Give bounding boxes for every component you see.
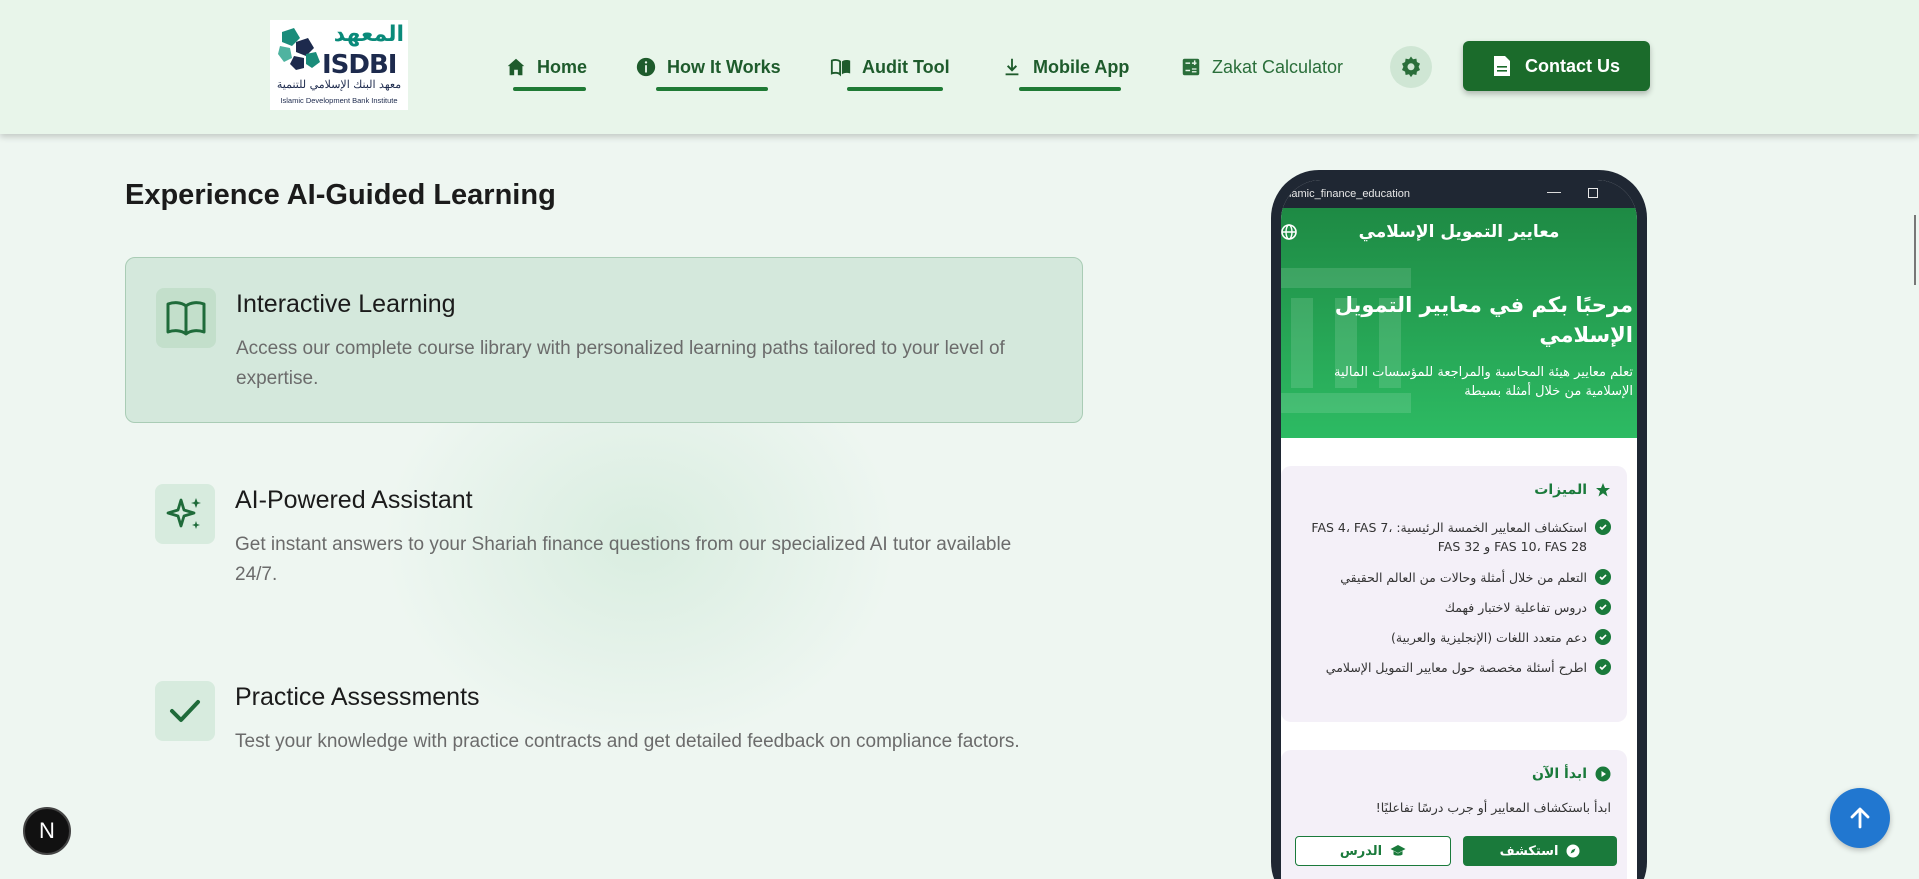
minimize-icon[interactable]: — bbox=[1547, 183, 1561, 199]
open-book-icon bbox=[166, 301, 206, 336]
hero-subtitle: تعلم معايير هيئة المحاسبة والمراجعة للمؤ… bbox=[1334, 365, 1633, 399]
download-icon bbox=[1005, 58, 1019, 76]
features-card-title: الميزات bbox=[1534, 482, 1611, 498]
settings-button[interactable] bbox=[1390, 46, 1432, 88]
check-circle-icon bbox=[1595, 629, 1611, 645]
home-icon bbox=[507, 58, 525, 76]
nav-audit-tool-label: Audit Tool bbox=[862, 56, 950, 77]
feature-description: Test your knowledge with practice contra… bbox=[235, 731, 1020, 752]
nav-how-it-works[interactable]: How It Works bbox=[635, 52, 781, 91]
nav-how-it-works-underline bbox=[656, 87, 768, 91]
star-icon bbox=[1596, 483, 1610, 497]
feature-list-item-text: استكشاف المعايير الخمسة الرئيسية: FAS 4،… bbox=[1311, 520, 1587, 554]
nav-mobile-app[interactable]: Mobile App bbox=[1001, 52, 1130, 91]
feature-list-item-text: دعم متعدد اللغات (الإنجليزية والعربية) bbox=[1391, 630, 1587, 645]
start-card: ابدأ الآن ابدأ باستكشاف المعايير أو جرب … bbox=[1281, 750, 1627, 879]
check-circle-icon bbox=[1595, 569, 1611, 585]
feature-description: Access our complete course library with … bbox=[236, 338, 1005, 389]
compass-icon bbox=[1566, 844, 1580, 858]
feature-description: Get instant answers to your Shariah fina… bbox=[235, 534, 1012, 585]
nav-mobile-app-underline bbox=[1019, 87, 1121, 91]
hero-title: مرحبًا بكم في معايير التمويل الإسلامي bbox=[1334, 293, 1633, 347]
nextjs-dev-badge[interactable]: N bbox=[23, 807, 71, 855]
check-icon bbox=[170, 700, 200, 722]
feature-list-item: اطرح أسئلة مخصصة حول معايير التمويل الإس… bbox=[1311, 658, 1611, 677]
section-title: Experience AI-Guided Learning bbox=[125, 179, 556, 211]
nav-zakat-calculator[interactable]: Zakat Calculator bbox=[1180, 52, 1343, 82]
page-scrollbar-thumb[interactable] bbox=[1914, 215, 1916, 285]
play-circle-icon bbox=[1595, 766, 1611, 782]
feature-practice-assessments[interactable]: Practice Assessments Test your knowledge… bbox=[125, 651, 1083, 817]
phone-screen: islamic_finance_education — معايير التمو… bbox=[1281, 180, 1637, 879]
site-header: المعهد ISDBI معهد البنك الإسلامي للتنمية… bbox=[0, 0, 1919, 134]
check-circle-icon bbox=[1595, 659, 1611, 675]
contact-us-label: Contact Us bbox=[1524, 55, 1620, 76]
feature-list-item-text: اطرح أسئلة مخصصة حول معايير التمويل الإس… bbox=[1325, 660, 1587, 675]
feature-ai-assistant[interactable]: AI-Powered Assistant Get instant answers… bbox=[125, 454, 1083, 620]
document-icon bbox=[1493, 56, 1510, 76]
feature-list-item-text: التعلم من خلال أمثلة وحالات من العالم ال… bbox=[1340, 570, 1587, 585]
info-icon bbox=[636, 57, 656, 77]
feature-list-item: دعم متعدد اللغات (الإنجليزية والعربية) bbox=[1311, 628, 1611, 647]
explore-button[interactable]: استكشف bbox=[1463, 836, 1617, 866]
gear-icon bbox=[1402, 56, 1420, 78]
nav-audit-tool[interactable]: Audit Tool bbox=[830, 52, 950, 91]
logo-english-name: Islamic Development Bank Institute bbox=[280, 96, 398, 105]
logo-arabic-fullname: معهد البنك الإسلامي للتنمية bbox=[276, 78, 402, 91]
nav-home-label: Home bbox=[537, 56, 588, 77]
feature-title: Interactive Learning bbox=[236, 290, 456, 318]
start-card-title: ابدأ الآن bbox=[1532, 766, 1611, 782]
lesson-button[interactable]: الدرس bbox=[1295, 836, 1451, 866]
explore-button-label: استكشف bbox=[1499, 843, 1559, 859]
start-card-description: ابدأ باستكشاف المعايير أو جرب درسًا تفاع… bbox=[1375, 800, 1611, 815]
check-circle-icon bbox=[1595, 519, 1611, 535]
features-card: الميزات استكشاف المعايير الخمسة الرئيسية… bbox=[1281, 466, 1627, 722]
check-circle-icon bbox=[1595, 599, 1611, 615]
graduation-cap-icon bbox=[1390, 845, 1406, 856]
logo-name: ISDBI bbox=[322, 50, 397, 80]
nav-zakat-calculator-label: Zakat Calculator bbox=[1212, 56, 1344, 77]
phone-mockup: islamic_finance_education — معايير التمو… bbox=[1271, 170, 1647, 879]
scroll-to-top-button[interactable] bbox=[1830, 788, 1890, 848]
arrow-up-icon bbox=[1850, 807, 1870, 829]
app-hero: معايير التمويل الإسلامي مرحبًا بكم في مع… bbox=[1281, 208, 1637, 438]
app-window-titlebar: islamic_finance_education — bbox=[1281, 180, 1637, 208]
feature-list-item: استكشاف المعايير الخمسة الرئيسية: FAS 4،… bbox=[1311, 518, 1611, 556]
feature-icon-box bbox=[155, 681, 215, 741]
feature-list-item: التعلم من خلال أمثلة وحالات من العالم ال… bbox=[1311, 568, 1611, 587]
feature-icon-box bbox=[155, 484, 215, 544]
nav-home[interactable]: Home bbox=[505, 52, 588, 91]
nav-home-underline bbox=[513, 87, 586, 91]
sparkles-icon bbox=[166, 498, 201, 529]
feature-icon-box bbox=[156, 288, 216, 348]
nav-audit-tool-underline bbox=[847, 87, 943, 91]
contact-us-button[interactable]: Contact Us bbox=[1463, 41, 1650, 91]
maximize-icon[interactable] bbox=[1588, 188, 1598, 198]
feature-title: AI-Powered Assistant bbox=[235, 486, 473, 514]
lesson-button-label: الدرس bbox=[1339, 843, 1383, 859]
nav-mobile-app-label: Mobile App bbox=[1033, 56, 1130, 77]
book-icon bbox=[830, 59, 851, 77]
feature-title: Practice Assessments bbox=[235, 683, 480, 711]
app-title: معايير التمويل الإسلامي bbox=[1358, 222, 1560, 242]
feature-list-item-text: دروس تفاعلية لاختبار فهمك bbox=[1444, 600, 1587, 615]
logo-arabic-text: المعهد bbox=[333, 22, 404, 47]
feature-list-item: دروس تفاعلية لاختبار فهمك bbox=[1311, 598, 1611, 617]
isdbi-logo[interactable]: المعهد ISDBI معهد البنك الإسلامي للتنمية… bbox=[270, 20, 408, 110]
nav-how-it-works-label: How It Works bbox=[667, 56, 781, 77]
feature-interactive-learning[interactable]: Interactive Learning Access our complete… bbox=[125, 257, 1083, 423]
calculator-icon bbox=[1182, 58, 1200, 76]
window-title: islamic_finance_education bbox=[1281, 188, 1411, 200]
features-card-title-label: الميزات bbox=[1534, 482, 1587, 498]
start-card-title-label: ابدأ الآن bbox=[1532, 766, 1587, 782]
